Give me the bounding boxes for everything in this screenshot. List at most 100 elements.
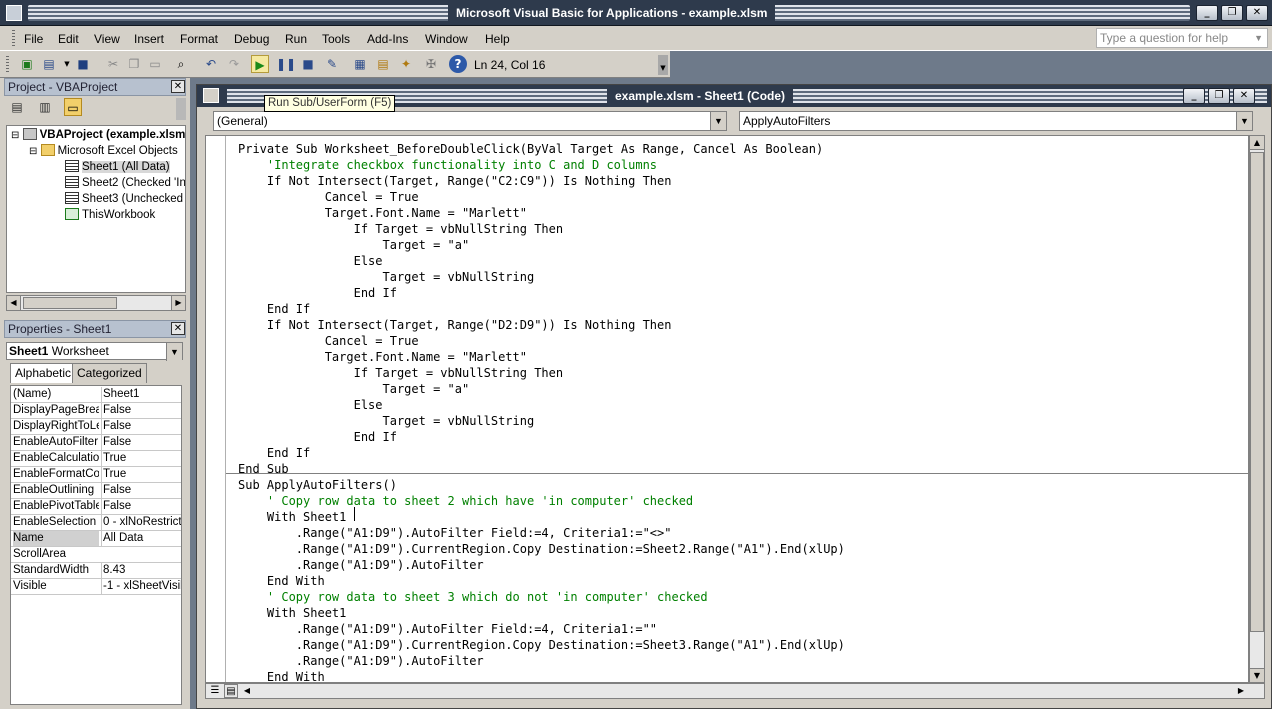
scroll-down-icon[interactable]: ▼ (1250, 668, 1264, 682)
property-value[interactable]: False (101, 403, 181, 418)
property-value[interactable]: -1 - xlSheetVisible (101, 579, 181, 594)
code-line[interactable]: If Not Intersect(Target, Range("D2:D9"))… (238, 317, 672, 333)
tree-folder[interactable]: ⊟ Microsoft Excel Objects (29, 143, 178, 159)
code-vertical-scrollbar[interactable]: ▲ ▼ (1249, 135, 1265, 683)
help-search-input[interactable]: Type a question for help ▼ (1096, 28, 1268, 48)
tab-alphabetic[interactable]: Alphabetic (10, 363, 77, 383)
code-line[interactable]: Sub ApplyAutoFilters() (238, 477, 397, 493)
property-row[interactable]: DisplayRightToLeftFalse (11, 419, 181, 435)
property-value[interactable]: False (101, 435, 181, 450)
view-code-icon[interactable]: ▤ (8, 98, 26, 116)
menu-tools[interactable]: Tools (322, 31, 350, 47)
procedure-combo-dropdown-icon[interactable]: ▼ (1236, 112, 1252, 130)
minimize-icon[interactable]: _ (1196, 5, 1218, 21)
property-row[interactable]: EnableAutoFilter False (11, 435, 181, 451)
tree-item-sheet3[interactable]: Sheet3 (Unchecked ' (65, 191, 185, 207)
object-selector[interactable]: Sheet1 Worksheet ▼ (6, 342, 183, 361)
properties-close-icon[interactable]: ✕ (171, 322, 185, 335)
property-row[interactable]: DisplayPageBreaksFalse (11, 403, 181, 419)
object-browser-icon[interactable]: ✦ (397, 55, 415, 73)
property-value[interactable]: False (101, 483, 181, 498)
code-line[interactable]: Target = "a" (238, 237, 469, 253)
code-line[interactable]: End If (238, 429, 397, 445)
tree-item-sheet1[interactable]: Sheet1 (All Data) (65, 159, 170, 175)
code-line[interactable]: .Range("A1:D9").AutoFilter (238, 653, 484, 669)
object-selector-dropdown-icon[interactable]: ▼ (166, 343, 182, 361)
help-icon[interactable]: ? (449, 55, 467, 73)
run-sub-icon[interactable]: ▶ (251, 55, 269, 73)
code-editor[interactable]: Private Sub Worksheet_BeforeDoubleClick(… (205, 135, 1249, 683)
code-line[interactable]: End If (238, 285, 397, 301)
property-row[interactable]: EnableCalculation True (11, 451, 181, 467)
menu-debug[interactable]: Debug (234, 31, 269, 47)
tree-root[interactable]: ⊟ VBAProject (example.xlsm) (11, 127, 185, 143)
reset-icon[interactable]: ■ (299, 55, 317, 73)
paste-icon[interactable]: ▭ (146, 55, 164, 73)
scroll-right-code-icon[interactable]: ▶ (1234, 684, 1248, 698)
code-line[interactable]: Else (238, 253, 383, 269)
redo-icon[interactable]: ↷ (225, 55, 243, 73)
code-line[interactable]: Else (238, 397, 383, 413)
property-value[interactable]: 0 - xlNoRestrictions (101, 515, 181, 530)
cut-icon[interactable]: ✂ (104, 55, 122, 73)
code-comment-line[interactable]: ' Copy row data to sheet 3 which do not … (238, 589, 708, 605)
undo-icon[interactable]: ↶ (202, 55, 220, 73)
toggle-folders-icon[interactable]: ▭ (64, 98, 82, 116)
save-icon[interactable]: ■ (74, 55, 92, 73)
scroll-right-icon[interactable]: ▶ (171, 296, 185, 310)
property-value[interactable]: All Data (101, 531, 181, 546)
code-line[interactable]: Private Sub Worksheet_BeforeDoubleClick(… (238, 141, 823, 157)
code-line[interactable]: If Not Intersect(Target, Range("C2:C9"))… (238, 173, 672, 189)
code-line[interactable]: .Range("A1:D9").AutoFilter Field:=4, Cri… (238, 525, 672, 541)
property-row[interactable]: ScrollArea (11, 547, 181, 563)
property-value[interactable]: Sheet1 (101, 387, 181, 402)
procedure-view-icon[interactable]: ☰ (208, 684, 222, 698)
project-toolbar-scroll[interactable] (176, 98, 186, 120)
tree-item-thisworkbook[interactable]: ThisWorkbook (65, 207, 155, 223)
toolbar-grip[interactable] (6, 56, 9, 74)
code-comment-line[interactable]: ' Copy row data to sheet 2 which have 'i… (238, 493, 693, 509)
code-line[interactable]: If Target = vbNullString Then (238, 221, 564, 237)
toolbar-options-icon[interactable]: ▼ (658, 55, 668, 75)
procedure-combo[interactable]: ApplyAutoFilters ▼ (739, 111, 1253, 131)
code-line[interactable]: Cancel = True (238, 333, 419, 349)
property-row[interactable]: Name All Data (11, 531, 181, 547)
code-line[interactable]: End If (238, 445, 310, 461)
margin-indicator-bar[interactable] (206, 136, 226, 682)
excel-view-icon[interactable]: ▣ (18, 55, 36, 73)
object-combo[interactable]: (General) ▼ (213, 111, 727, 131)
menu-grip[interactable] (12, 30, 15, 47)
code-line[interactable]: Target.Font.Name = "Marlett" (238, 205, 527, 221)
menu-insert[interactable]: Insert (134, 31, 164, 47)
restore-icon[interactable]: ❐ (1221, 5, 1243, 21)
property-value[interactable]: False (101, 499, 181, 514)
find-icon[interactable]: ⌕ (172, 55, 190, 73)
project-close-icon[interactable]: ✕ (171, 80, 185, 93)
view-object-icon[interactable]: ▥ (36, 98, 54, 116)
code-line[interactable]: With Sheet1 (238, 605, 346, 621)
code-line[interactable]: End With (238, 573, 325, 589)
copy-icon[interactable]: ❐ (125, 55, 143, 73)
code-window-icon[interactable] (203, 88, 219, 103)
property-row[interactable]: (Name) Sheet1 (11, 387, 181, 403)
menu-view[interactable]: View (94, 31, 120, 47)
property-row[interactable]: StandardWidth 8.43 (11, 563, 181, 579)
code-line[interactable]: End If (238, 301, 310, 317)
design-mode-icon[interactable]: ✎ (323, 55, 341, 73)
property-value[interactable]: False (101, 419, 181, 434)
menu-add-ins[interactable]: Add-Ins (367, 31, 408, 47)
code-close-icon[interactable]: ✕ (1233, 88, 1255, 104)
insert-userform-icon[interactable]: ▤ (40, 55, 58, 73)
code-line[interactable]: End With (238, 669, 325, 682)
code-line[interactable]: End Sub (238, 461, 289, 477)
menu-format[interactable]: Format (180, 31, 218, 47)
code-line[interactable]: .Range("A1:D9").CurrentRegion.Copy Desti… (238, 637, 845, 653)
code-line[interactable]: .Range("A1:D9").AutoFilter (238, 557, 484, 573)
menu-window[interactable]: Window (425, 31, 468, 47)
code-line[interactable]: If Target = vbNullString Then (238, 365, 564, 381)
menu-run[interactable]: Run (285, 31, 307, 47)
scroll-left-code-icon[interactable]: ◀ (240, 684, 254, 698)
code-line[interactable]: .Range("A1:D9").AutoFilter Field:=4, Cri… (238, 621, 657, 637)
property-value[interactable]: True (101, 451, 181, 466)
object-combo-dropdown-icon[interactable]: ▼ (710, 112, 726, 130)
